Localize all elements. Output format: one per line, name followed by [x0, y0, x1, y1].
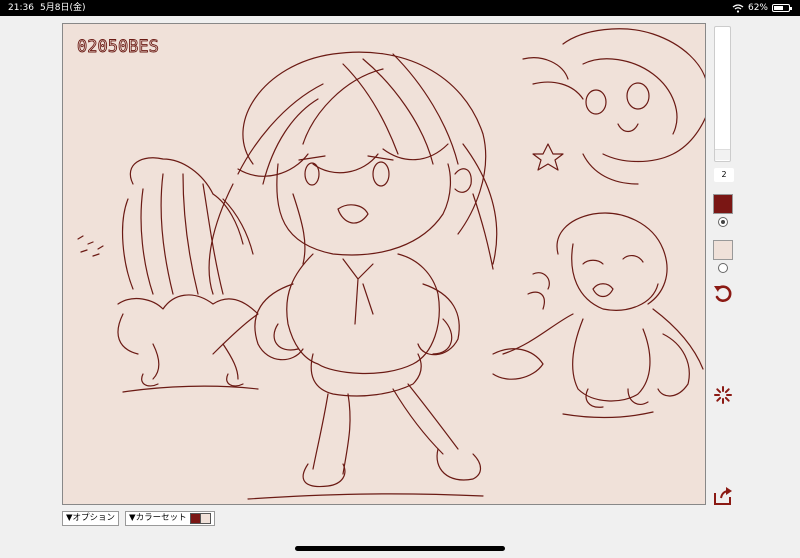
status-time: 21:36 [8, 3, 34, 13]
colorset-swatch-dark [189, 513, 201, 524]
options-button[interactable]: ▼オプション [62, 511, 120, 526]
options-label: ▼オプション [66, 513, 116, 523]
battery-percent: 62% [747, 3, 768, 13]
undo-icon[interactable] [712, 282, 734, 304]
pen-size-slider[interactable] [714, 26, 731, 162]
bottom-toolbar: ▼オプション ▼カラーセット [62, 511, 215, 526]
pen-size-value: 2 [714, 168, 734, 182]
primary-color-radio[interactable] [718, 217, 728, 227]
secondary-color-swatch[interactable] [713, 240, 733, 260]
battery-icon [772, 4, 792, 12]
home-indicator[interactable] [295, 546, 505, 551]
sketch-drawing: 02050BES [77, 28, 705, 500]
colorset-button[interactable]: ▼カラーセット [125, 511, 215, 526]
status-date: 5月8日(金) [40, 3, 86, 13]
colorset-preview [189, 513, 211, 524]
slider-thumb[interactable] [715, 149, 730, 160]
corner-text: 02050BES [77, 37, 159, 57]
status-bar: 21:36 5月8日(金) 62% [0, 0, 800, 16]
spinner-icon [714, 386, 732, 404]
drawing-canvas[interactable]: 02050BES [62, 23, 706, 505]
colorset-swatch-light [200, 513, 211, 524]
wifi-icon [732, 3, 744, 13]
share-icon[interactable] [712, 485, 734, 507]
primary-color-swatch[interactable] [713, 194, 733, 214]
status-right: 62% [732, 0, 792, 16]
secondary-color-radio[interactable] [718, 263, 728, 273]
colorset-label: ▼カラーセット [129, 513, 187, 523]
